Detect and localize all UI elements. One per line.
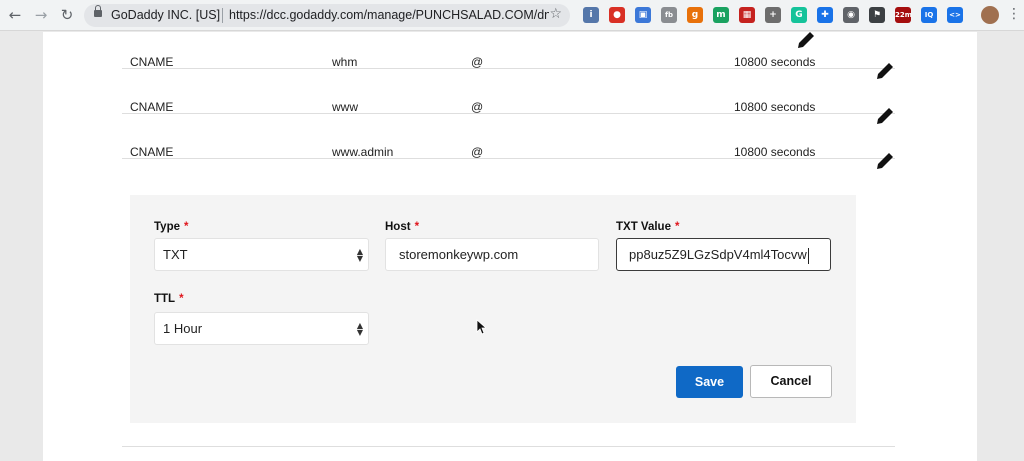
ext-blue-square-icon[interactable]: ▣ xyxy=(635,7,651,23)
ttl-select-value: 1 Hour xyxy=(163,321,203,336)
ext-green-m-icon[interactable]: m xyxy=(713,7,729,23)
ttl-label: TTL * xyxy=(154,293,184,305)
text-caret xyxy=(807,247,809,264)
ext-flag-icon[interactable]: ⚑ xyxy=(869,7,885,23)
ext-timer-icon[interactable]: 22m xyxy=(895,7,912,23)
omnibox-divider xyxy=(222,8,223,23)
record-type: CNAME xyxy=(130,55,174,69)
ext-grammarly-icon[interactable]: G xyxy=(791,7,807,23)
ext-puzzle-icon[interactable]: ✚ xyxy=(817,7,833,23)
ext-circle-blue-icon[interactable]: i xyxy=(583,7,599,23)
mouse-cursor-icon xyxy=(476,319,486,335)
record-ttl: 10800 seconds xyxy=(734,145,816,159)
txt-value-input[interactable]: pp8uz5Z9LGzSdpV4ml4Tocvw xyxy=(616,238,831,271)
profile-avatar[interactable] xyxy=(981,6,999,24)
dns-management-page: CNAME whm @ 10800 seconds CNAME www @ 10… xyxy=(43,32,977,461)
txt-value-text: pp8uz5Z9LGzSdpV4ml4Tocvw xyxy=(629,247,807,262)
type-select[interactable]: TXT ▲ ▼ xyxy=(154,238,369,271)
add-record-form: Type * TXT ▲ ▼ Host * storemonkeywp.com TXT… xyxy=(130,195,856,423)
record-points-to: @ xyxy=(471,55,484,69)
table-divider xyxy=(122,446,895,447)
type-select-value: TXT xyxy=(163,247,188,262)
host-input[interactable]: storemonkeywp.com xyxy=(385,238,599,271)
lock-icon xyxy=(94,5,102,17)
ext-gift-icon[interactable]: g xyxy=(687,7,703,23)
select-arrows-icon: ▲ ▼ xyxy=(356,321,363,337)
record-points-to: @ xyxy=(471,145,484,159)
txt-value-label: TXT Value * xyxy=(616,221,680,233)
record-type: CNAME xyxy=(130,145,174,159)
record-host: www xyxy=(332,100,358,114)
ext-fb-icon[interactable]: fb xyxy=(661,7,677,23)
ext-red-stop-icon[interactable]: ● xyxy=(609,7,625,23)
ext-camera-icon[interactable]: ◉ xyxy=(843,7,859,23)
record-ttl: 10800 seconds xyxy=(734,55,816,69)
ttl-select[interactable]: 1 Hour ▲ ▼ xyxy=(154,312,369,345)
forward-icon[interactable]: → xyxy=(32,6,50,24)
host-label: Host * xyxy=(385,221,420,233)
browser-menu-icon[interactable]: ⋮ xyxy=(1007,6,1021,22)
required-marker: * xyxy=(179,293,184,305)
dns-record-row: CNAME whm @ 10800 seconds xyxy=(122,24,895,79)
record-host: whm xyxy=(332,55,358,69)
type-label: Type * xyxy=(154,221,189,233)
record-ttl: 10800 seconds xyxy=(734,100,816,114)
record-points-to: @ xyxy=(471,100,484,114)
edit-pencil-icon[interactable] xyxy=(874,150,896,172)
select-arrows-icon: ▲ ▼ xyxy=(356,247,363,263)
record-type: CNAME xyxy=(130,100,174,114)
reload-icon[interactable]: ↻ xyxy=(58,6,76,24)
ext-gray-circle-icon[interactable]: + xyxy=(765,7,781,23)
required-marker: * xyxy=(184,221,189,233)
host-input-value: storemonkeywp.com xyxy=(399,247,519,262)
bookmark-star-icon[interactable]: ☆ xyxy=(549,6,562,22)
required-marker: * xyxy=(674,221,680,233)
required-marker: * xyxy=(414,221,420,233)
save-button[interactable]: Save xyxy=(676,366,743,398)
ext-red-grid-icon[interactable]: ▦ xyxy=(739,7,755,23)
cancel-button[interactable]: Cancel xyxy=(750,365,832,398)
back-icon[interactable]: ← xyxy=(6,6,24,24)
ext-iq-icon[interactable]: IQ xyxy=(921,7,937,23)
site-identity: GoDaddy INC. [US] xyxy=(111,8,221,22)
dns-record-row: CNAME www.admin @ 10800 seconds xyxy=(122,114,895,169)
record-host: www.admin xyxy=(332,145,394,159)
ext-code-icon[interactable]: <> xyxy=(947,7,963,23)
url-text[interactable]: https://dcc.godaddy.com/manage/PUNCHSALA… xyxy=(229,8,549,22)
dns-record-row: CNAME www @ 10800 seconds xyxy=(122,69,895,124)
